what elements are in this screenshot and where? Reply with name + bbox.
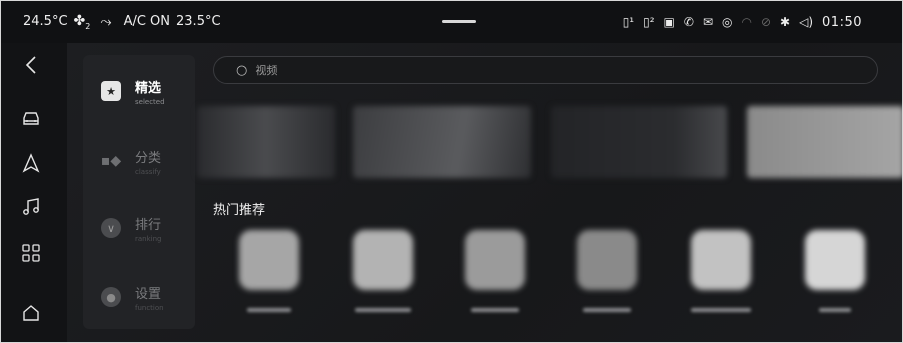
call-icon: ✆ bbox=[683, 15, 694, 29]
app-label bbox=[471, 308, 519, 312]
bluetooth-icon: ✱ bbox=[780, 15, 791, 29]
clock: 01:50 bbox=[822, 14, 862, 30]
app-icon[interactable] bbox=[691, 230, 751, 290]
drag-handle[interactable] bbox=[442, 20, 476, 23]
home-icon[interactable] bbox=[19, 301, 43, 325]
airflow-icon: ⤳ bbox=[100, 13, 112, 30]
grid-icon: ▪◆ bbox=[100, 153, 122, 169]
fan-icon: ✤2 bbox=[73, 13, 91, 31]
category-classify[interactable]: ▪◆ 分类 classify bbox=[101, 141, 191, 181]
status-bar: 24.5°C ✤2 ⤳ A/C ON 23.5°C ▯¹ ▯² ▣ ✆ ✉ ◎ … bbox=[1, 1, 902, 43]
app-icon[interactable] bbox=[353, 230, 413, 290]
navigation-icon[interactable] bbox=[19, 151, 43, 175]
ac-status: A/C ON bbox=[123, 14, 171, 30]
star-icon: ★ bbox=[101, 81, 121, 101]
app-icon[interactable] bbox=[805, 230, 865, 290]
app-icon[interactable] bbox=[465, 230, 525, 290]
category-sublabel: classify bbox=[135, 167, 161, 176]
banner-card[interactable] bbox=[353, 106, 531, 178]
apps-icon[interactable] bbox=[19, 241, 43, 265]
category-panel: ★ 精选 selected ▪◆ 分类 classify ∨ 排行 rankin… bbox=[83, 55, 195, 329]
app-label bbox=[247, 308, 291, 312]
volume-icon: ◁) bbox=[799, 15, 814, 29]
link-icon: ⊘ bbox=[760, 15, 772, 29]
category-label: 精选 bbox=[135, 80, 162, 96]
sim1-icon: ▯¹ bbox=[622, 15, 635, 29]
mail-icon: ✉ bbox=[702, 15, 714, 29]
infotainment-screen: 24.5°C ✤2 ⤳ A/C ON 23.5°C ▯¹ ▯² ▣ ✆ ✉ ◎ … bbox=[0, 0, 903, 343]
category-sublabel: function bbox=[135, 303, 164, 312]
climate-status[interactable]: 24.5°C ✤2 ⤳ A/C ON 23.5°C bbox=[1, 13, 221, 31]
category-selected[interactable]: ★ 精选 selected bbox=[101, 71, 191, 111]
app-label bbox=[583, 308, 631, 312]
search-placeholder: 视频 bbox=[255, 64, 278, 77]
back-icon[interactable] bbox=[19, 53, 43, 77]
app-icon[interactable] bbox=[239, 230, 299, 290]
search-input[interactable]: ○ 视频 bbox=[213, 56, 878, 84]
category-sublabel: ranking bbox=[135, 234, 162, 243]
category-label: 设置 bbox=[135, 286, 162, 302]
outside-temperature: 24.5°C bbox=[23, 14, 68, 30]
globe-icon: ◎ bbox=[722, 15, 733, 29]
chevron-icon: ∨ bbox=[101, 218, 121, 238]
system-status: ▯¹ ▯² ▣ ✆ ✉ ◎ ◠ ⊘ ✱ ◁) 01:50 bbox=[623, 1, 862, 43]
sim2-icon: ▯² bbox=[643, 15, 655, 29]
vibrate-icon: ▣ bbox=[663, 15, 675, 29]
category-label: 分类 bbox=[135, 150, 162, 166]
section-title: 热门推荐 bbox=[213, 203, 266, 218]
search-icon: ○ bbox=[236, 62, 248, 78]
music-icon[interactable] bbox=[19, 195, 43, 219]
fan-level: 2 bbox=[85, 21, 91, 31]
banner-card[interactable] bbox=[747, 106, 902, 178]
banner-card[interactable] bbox=[197, 106, 335, 178]
category-ranking[interactable]: ∨ 排行 ranking bbox=[101, 208, 191, 248]
category-function[interactable]: ● 设置 function bbox=[101, 277, 191, 317]
banner-card[interactable] bbox=[551, 106, 727, 178]
side-nav bbox=[1, 43, 67, 342]
settings-icon: ● bbox=[101, 287, 121, 307]
content-area: ★ 精选 selected ▪◆ 分类 classify ∨ 排行 rankin… bbox=[67, 43, 902, 342]
category-sublabel: selected bbox=[135, 97, 165, 106]
category-label: 排行 bbox=[135, 217, 162, 233]
app-label bbox=[691, 308, 751, 312]
car-icon[interactable] bbox=[19, 107, 43, 131]
wifi-icon: ◠ bbox=[741, 15, 752, 29]
app-icon[interactable] bbox=[577, 230, 637, 290]
ac-temperature: 23.5°C bbox=[176, 14, 221, 30]
app-label bbox=[355, 308, 411, 312]
app-label bbox=[819, 308, 851, 312]
